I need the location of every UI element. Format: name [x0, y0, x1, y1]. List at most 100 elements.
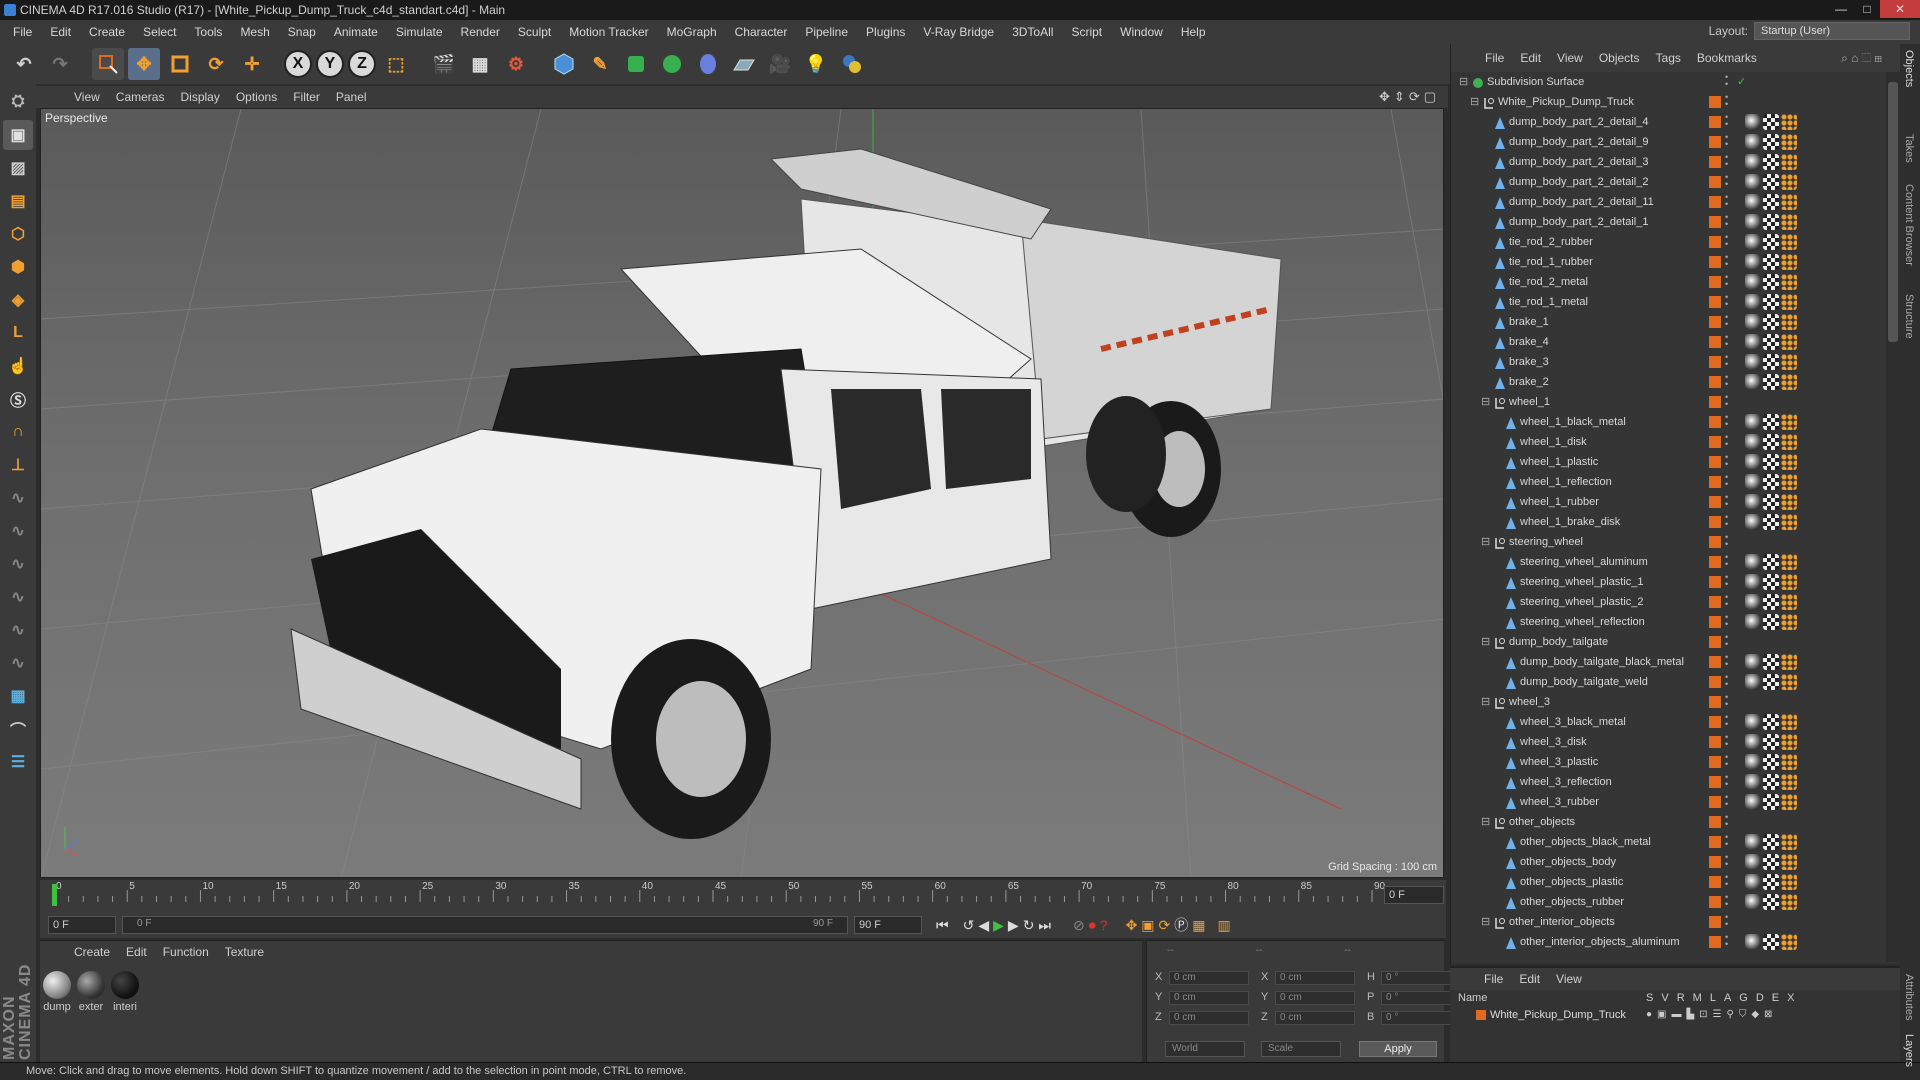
object-row[interactable]: wheel_1_disk • • — [1451, 432, 1887, 452]
render-settings-icon[interactable]: ⚙ — [500, 48, 532, 80]
visibility-dots[interactable]: • • — [1725, 773, 1728, 789]
viewport-menu-options[interactable]: Options — [228, 90, 285, 104]
apply-button[interactable]: Apply — [1359, 1041, 1437, 1057]
layer-color-swatch[interactable] — [1709, 296, 1721, 308]
phong-tag-icon[interactable] — [1745, 494, 1761, 510]
sculpt-brush-3-icon[interactable]: ∿ — [3, 549, 33, 579]
menu-edit[interactable]: Edit — [41, 20, 80, 44]
object-row[interactable]: brake_1 • • — [1451, 312, 1887, 332]
object-row[interactable]: steering_wheel_reflection • • — [1451, 612, 1887, 632]
expand-toggle-icon[interactable]: ⊟ — [1481, 812, 1490, 832]
viewport-menu-display[interactable]: Display — [172, 90, 227, 104]
position-z-field[interactable]: 0 cm — [1169, 1011, 1249, 1025]
layer-color-swatch[interactable] — [1709, 376, 1721, 388]
layer-color-swatch[interactable] — [1709, 736, 1721, 748]
visibility-dots[interactable]: • • — [1725, 453, 1728, 469]
pen-spline-icon[interactable]: ✎ — [584, 48, 616, 80]
menu-3dtoall[interactable]: 3DToAll — [1003, 20, 1062, 44]
layer-color-swatch[interactable] — [1709, 416, 1721, 428]
uvw-tag-icon[interactable] — [1763, 834, 1779, 850]
uvw-tag-icon[interactable] — [1763, 894, 1779, 910]
material-tag-icon[interactable] — [1781, 574, 1797, 590]
layer-col-deformers[interactable]: D — [1756, 992, 1764, 1004]
menu-vray-bridge[interactable]: V-Ray Bridge — [914, 20, 1003, 44]
phong-tag-icon[interactable] — [1745, 214, 1761, 230]
viewport-menu-panel[interactable]: Panel — [328, 90, 375, 104]
coordinate-system-icon[interactable]: ⬚ — [380, 48, 412, 80]
material-tag-icon[interactable] — [1781, 794, 1797, 810]
coord-system-select[interactable]: World — [1165, 1041, 1245, 1057]
visibility-dots[interactable]: • • — [1725, 893, 1728, 909]
phong-tag-icon[interactable] — [1745, 354, 1761, 370]
objects-menu-file[interactable]: File — [1477, 51, 1512, 65]
texture-mode-icon[interactable]: ▨ — [3, 153, 33, 183]
layer-color-swatch[interactable] — [1709, 396, 1721, 408]
objects-menu-tags[interactable]: Tags — [1648, 51, 1689, 65]
previous-key-icon[interactable]: ↺ — [963, 917, 975, 934]
objects-menu-objects[interactable]: Objects — [1591, 51, 1648, 65]
object-row[interactable]: wheel_1_brake_disk • • — [1451, 512, 1887, 532]
uvw-tag-icon[interactable] — [1763, 754, 1779, 770]
phong-tag-icon[interactable] — [1745, 134, 1761, 150]
close-button[interactable]: ✕ — [1880, 0, 1920, 18]
next-frame-icon[interactable]: ▶ — [1008, 917, 1019, 934]
viewport-menu-filter[interactable]: Filter — [285, 90, 328, 104]
play-icon[interactable]: ▶ — [993, 917, 1004, 934]
material-swatch[interactable]: exter — [76, 971, 106, 1013]
visibility-dots[interactable]: • • — [1725, 413, 1728, 429]
snap-icon[interactable]: Ⓢ — [3, 384, 33, 414]
object-row[interactable]: wheel_1_reflection • • — [1451, 472, 1887, 492]
visibility-dots[interactable]: • • — [1725, 733, 1728, 749]
layer-color-swatch[interactable] — [1709, 776, 1721, 788]
menu-simulate[interactable]: Simulate — [387, 20, 452, 44]
current-frame-field[interactable]: 0 F — [1384, 886, 1444, 904]
polygons-mode-icon[interactable]: ◈ — [3, 285, 33, 315]
phong-tag-icon[interactable] — [1745, 594, 1761, 610]
material-tag-icon[interactable] — [1781, 614, 1797, 630]
previous-frame-icon[interactable]: ◀ — [978, 917, 989, 934]
visibility-dots[interactable]: • • — [1725, 93, 1728, 109]
axis-z-toggle[interactable]: Z — [348, 50, 376, 78]
phong-tag-icon[interactable] — [1745, 894, 1761, 910]
uvw-tag-icon[interactable] — [1763, 674, 1779, 690]
object-row[interactable]: ⊟ wheel_1 • • — [1451, 392, 1887, 412]
menu-pipeline[interactable]: Pipeline — [796, 20, 857, 44]
layer-color-swatch[interactable] — [1709, 96, 1721, 108]
layer-col-render[interactable]: R — [1677, 992, 1685, 1004]
layer-color-swatch[interactable] — [1709, 276, 1721, 288]
objects-menu-edit[interactable]: Edit — [1512, 51, 1549, 65]
layer-col-locked[interactable]: L — [1710, 992, 1716, 1004]
uvw-tag-icon[interactable] — [1763, 874, 1779, 890]
uvw-tag-icon[interactable] — [1763, 374, 1779, 390]
material-tag-icon[interactable] — [1781, 894, 1797, 910]
axis-mode-icon[interactable]: L — [3, 318, 33, 348]
material-tag-icon[interactable] — [1781, 854, 1797, 870]
menu-help[interactable]: Help — [1172, 20, 1215, 44]
object-row[interactable]: dump_body_part_2_detail_3 • • — [1451, 152, 1887, 172]
material-tag-icon[interactable] — [1781, 934, 1797, 950]
tab-content-browser[interactable]: Content Browser — [1903, 184, 1915, 266]
size-z-field[interactable]: 0 cm — [1275, 1011, 1355, 1025]
phong-tag-icon[interactable] — [1745, 754, 1761, 770]
live-select-icon[interactable] — [92, 48, 124, 80]
layout-select[interactable]: Startup (User) — [1754, 22, 1910, 40]
material-tag-icon[interactable] — [1781, 374, 1797, 390]
visibility-dots[interactable]: • • — [1725, 73, 1728, 89]
expand-toggle-icon[interactable]: ⊟ — [1481, 532, 1490, 552]
phong-tag-icon[interactable] — [1745, 374, 1761, 390]
visibility-dots[interactable]: • • — [1725, 793, 1728, 809]
edges-mode-icon[interactable]: ⬢ — [3, 252, 33, 282]
object-row[interactable]: ⊟ other_objects • • — [1451, 812, 1887, 832]
layer-color-swatch[interactable] — [1709, 856, 1721, 868]
go-to-start-icon[interactable]: ⏮ — [936, 917, 949, 934]
menu-create[interactable]: Create — [80, 20, 134, 44]
material-tag-icon[interactable] — [1781, 334, 1797, 350]
bend-icon[interactable]: ⌒ — [3, 714, 33, 744]
workplane-icon[interactable]: ▤ — [3, 186, 33, 216]
object-row[interactable]: dump_body_tailgate_black_metal • • — [1451, 652, 1887, 672]
material-menu-function[interactable]: Function — [155, 945, 217, 959]
object-tree[interactable]: ⊟ Subdivision Surface • • ✓ ⊟ White_Pickup_Dum… — [1451, 72, 1887, 962]
position-y-field[interactable]: 0 cm — [1169, 991, 1249, 1005]
phong-tag-icon[interactable] — [1745, 314, 1761, 330]
visibility-dots[interactable]: • • — [1725, 353, 1728, 369]
